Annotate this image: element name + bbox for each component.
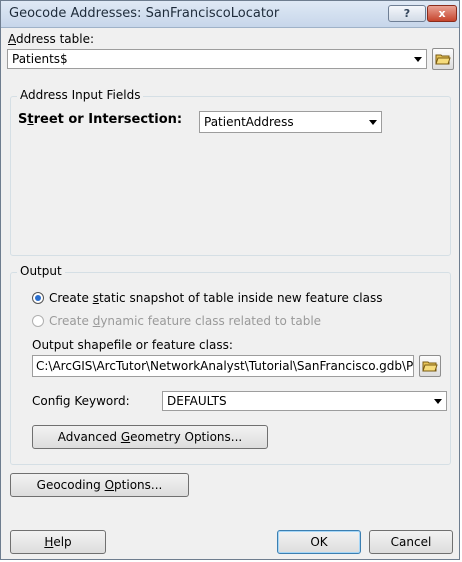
open-folder-icon bbox=[422, 361, 438, 372]
window-title: Geocode Addresses: SanFranciscoLocator bbox=[9, 6, 280, 21]
address-input-fields-title: Address Input Fields bbox=[17, 88, 144, 102]
geocoding-options-button[interactable]: Geocoding Options... bbox=[10, 473, 189, 497]
output-shapefile-browse-button[interactable] bbox=[419, 355, 441, 377]
config-keyword-value: DEFAULTS bbox=[167, 394, 227, 408]
geocode-addresses-dialog: Geocode Addresses: SanFranciscoLocator ?… bbox=[0, 0, 460, 560]
street-intersection-label: Street or Intersection: bbox=[18, 112, 183, 127]
question-mark-icon: ? bbox=[403, 7, 411, 20]
address-table-dropdown[interactable]: Patients$ bbox=[7, 49, 427, 69]
close-icon: x bbox=[438, 7, 446, 20]
advanced-geometry-options-button[interactable]: Advanced Geometry Options... bbox=[32, 425, 268, 449]
config-keyword-dropdown[interactable]: DEFAULTS bbox=[162, 391, 447, 411]
address-table-label: Address table: bbox=[8, 32, 95, 46]
chevron-down-icon bbox=[414, 57, 422, 62]
config-keyword-label: Config Keyword: bbox=[32, 394, 130, 408]
dynamic-feature-class-radio[interactable] bbox=[32, 315, 44, 327]
street-field-dropdown[interactable]: PatientAddress bbox=[199, 111, 382, 133]
open-folder-icon bbox=[435, 54, 451, 65]
chevron-down-icon bbox=[369, 120, 377, 125]
output-shapefile-value: C:\ArcGIS\ArcTutor\NetworkAnalyst\Tutori… bbox=[36, 359, 414, 373]
cancel-button[interactable]: Cancel bbox=[369, 530, 453, 554]
close-button[interactable]: x bbox=[427, 5, 457, 22]
help-title-button[interactable]: ? bbox=[388, 5, 426, 22]
output-group-title: Output bbox=[17, 264, 65, 278]
chevron-down-icon bbox=[434, 399, 442, 404]
title-bar[interactable]: Geocode Addresses: SanFranciscoLocator ?… bbox=[1, 1, 459, 28]
street-field-value: PatientAddress bbox=[204, 115, 294, 129]
static-snapshot-label[interactable]: Create static snapshot of table inside n… bbox=[49, 291, 382, 305]
address-table-value: Patients$ bbox=[12, 52, 68, 66]
address-table-browse-button[interactable] bbox=[432, 48, 454, 70]
output-shapefile-label: Output shapefile or feature class: bbox=[32, 338, 233, 352]
output-shapefile-input[interactable]: C:\ArcGIS\ArcTutor\NetworkAnalyst\Tutori… bbox=[32, 355, 414, 377]
static-snapshot-radio[interactable] bbox=[32, 292, 44, 304]
help-button[interactable]: Help bbox=[10, 530, 106, 554]
ok-button[interactable]: OK bbox=[277, 530, 361, 554]
dynamic-feature-class-label[interactable]: Create dynamic feature class related to … bbox=[49, 314, 321, 328]
